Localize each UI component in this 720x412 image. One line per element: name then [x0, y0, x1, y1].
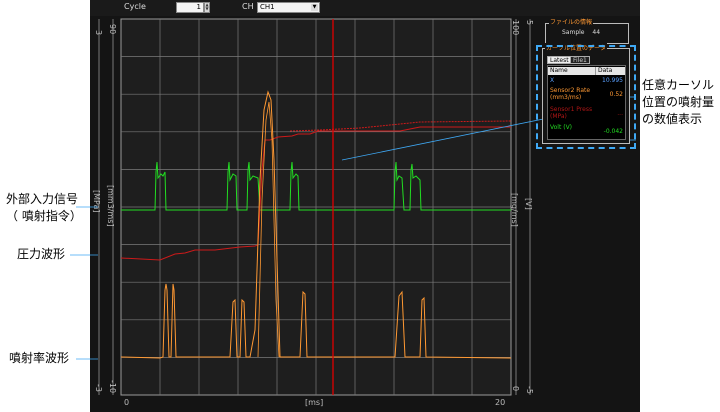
left-outer-top-tick: 3: [94, 30, 103, 35]
left-outer-bottom-tick: -3: [94, 384, 103, 392]
right-outer-unit: [V]: [524, 198, 533, 210]
callout-external-signal: 外部入力信号 （ 噴射指令）: [6, 191, 92, 225]
left-inner-bottom-tick: -10: [108, 380, 117, 393]
file-info-title: ファイルの情報: [549, 17, 594, 26]
right-outer-top-tick: 5: [525, 20, 534, 25]
right-outer-bottom-tick: -5: [525, 386, 534, 394]
callout-cursor-line1: 任意カーソル: [642, 78, 715, 92]
callout-signal-line1: 外部入力信号: [6, 192, 79, 206]
x-unit: [ms]: [305, 398, 323, 407]
callout-cursor-line3: の数値表示: [642, 112, 703, 126]
right-inner-unit: [mg/ms]: [510, 193, 519, 227]
left-outer-unit: [MPa]: [92, 190, 101, 213]
x-tick-0: 0: [124, 398, 129, 407]
right-inner-bottom-tick: 0: [511, 386, 520, 391]
left-inner-unit: [mm3/ms]: [106, 185, 115, 227]
sample-label: Sample: [562, 29, 585, 36]
sample-value: 44: [592, 29, 601, 36]
callout-pressure: 圧力波形: [17, 247, 66, 261]
x-tick-20: 20: [495, 398, 505, 407]
cursor-panel-highlight: [536, 45, 636, 149]
right-inner-top-tick: 100: [511, 20, 520, 35]
left-inner-top-tick: 90: [108, 24, 117, 34]
sample-readout: Sample 44: [562, 29, 600, 36]
callout-signal-line2: （ 噴射指令）: [6, 209, 82, 223]
callout-cursor-value: 任意カーソル 位置の噴射量 の数値表示: [642, 77, 720, 128]
callout-injection-rate: 噴射率波形: [9, 351, 70, 365]
callout-cursor-line2: 位置の噴射量: [642, 95, 715, 109]
